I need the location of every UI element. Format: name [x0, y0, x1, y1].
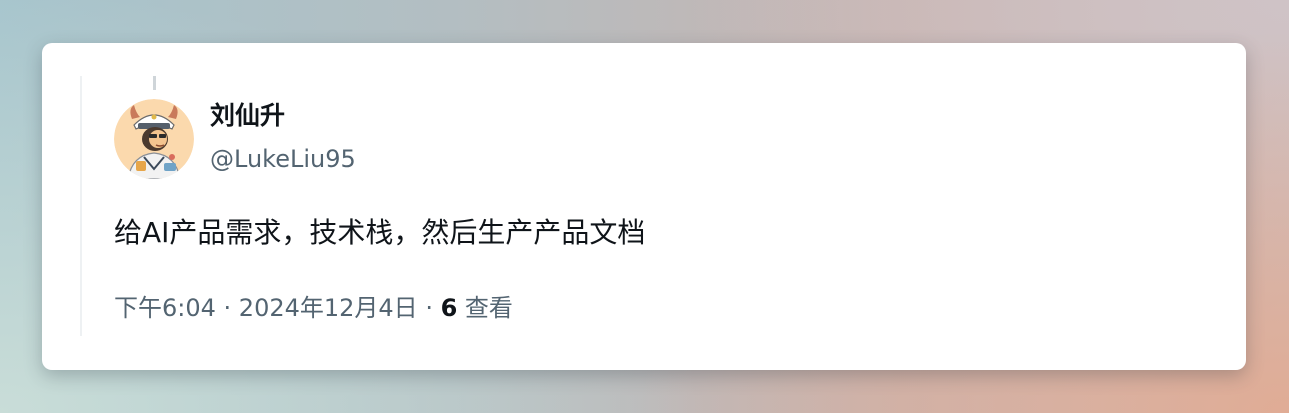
avatar[interactable]: [114, 99, 194, 179]
author-display-name[interactable]: 刘仙升: [210, 101, 285, 131]
tweet-card[interactable]: 刘仙升 @LukeLiu95 给AI产品需求，技术栈，然后生产产品文档 下午6:…: [42, 43, 1246, 370]
author-handle[interactable]: @LukeLiu95: [210, 144, 356, 174]
tweet-date-link[interactable]: 2024年12月4日: [239, 294, 418, 322]
thread-connector: [153, 76, 156, 90]
tweet-time-link[interactable]: 下午6:04: [114, 294, 216, 322]
meta-separator: ·: [215, 294, 239, 322]
tweet-meta: 下午6:04 · 2024年12月4日 · 6 查看: [114, 291, 513, 325]
cartoon-sailor-avatar-icon: [114, 99, 194, 179]
views-label[interactable]: 查看: [457, 294, 513, 322]
tweet-text: 给AI产品需求，技术栈，然后生产产品文档: [114, 216, 646, 249]
meta-separator: ·: [417, 294, 441, 322]
views-count[interactable]: 6: [441, 294, 458, 322]
thread-divider: [80, 76, 82, 336]
